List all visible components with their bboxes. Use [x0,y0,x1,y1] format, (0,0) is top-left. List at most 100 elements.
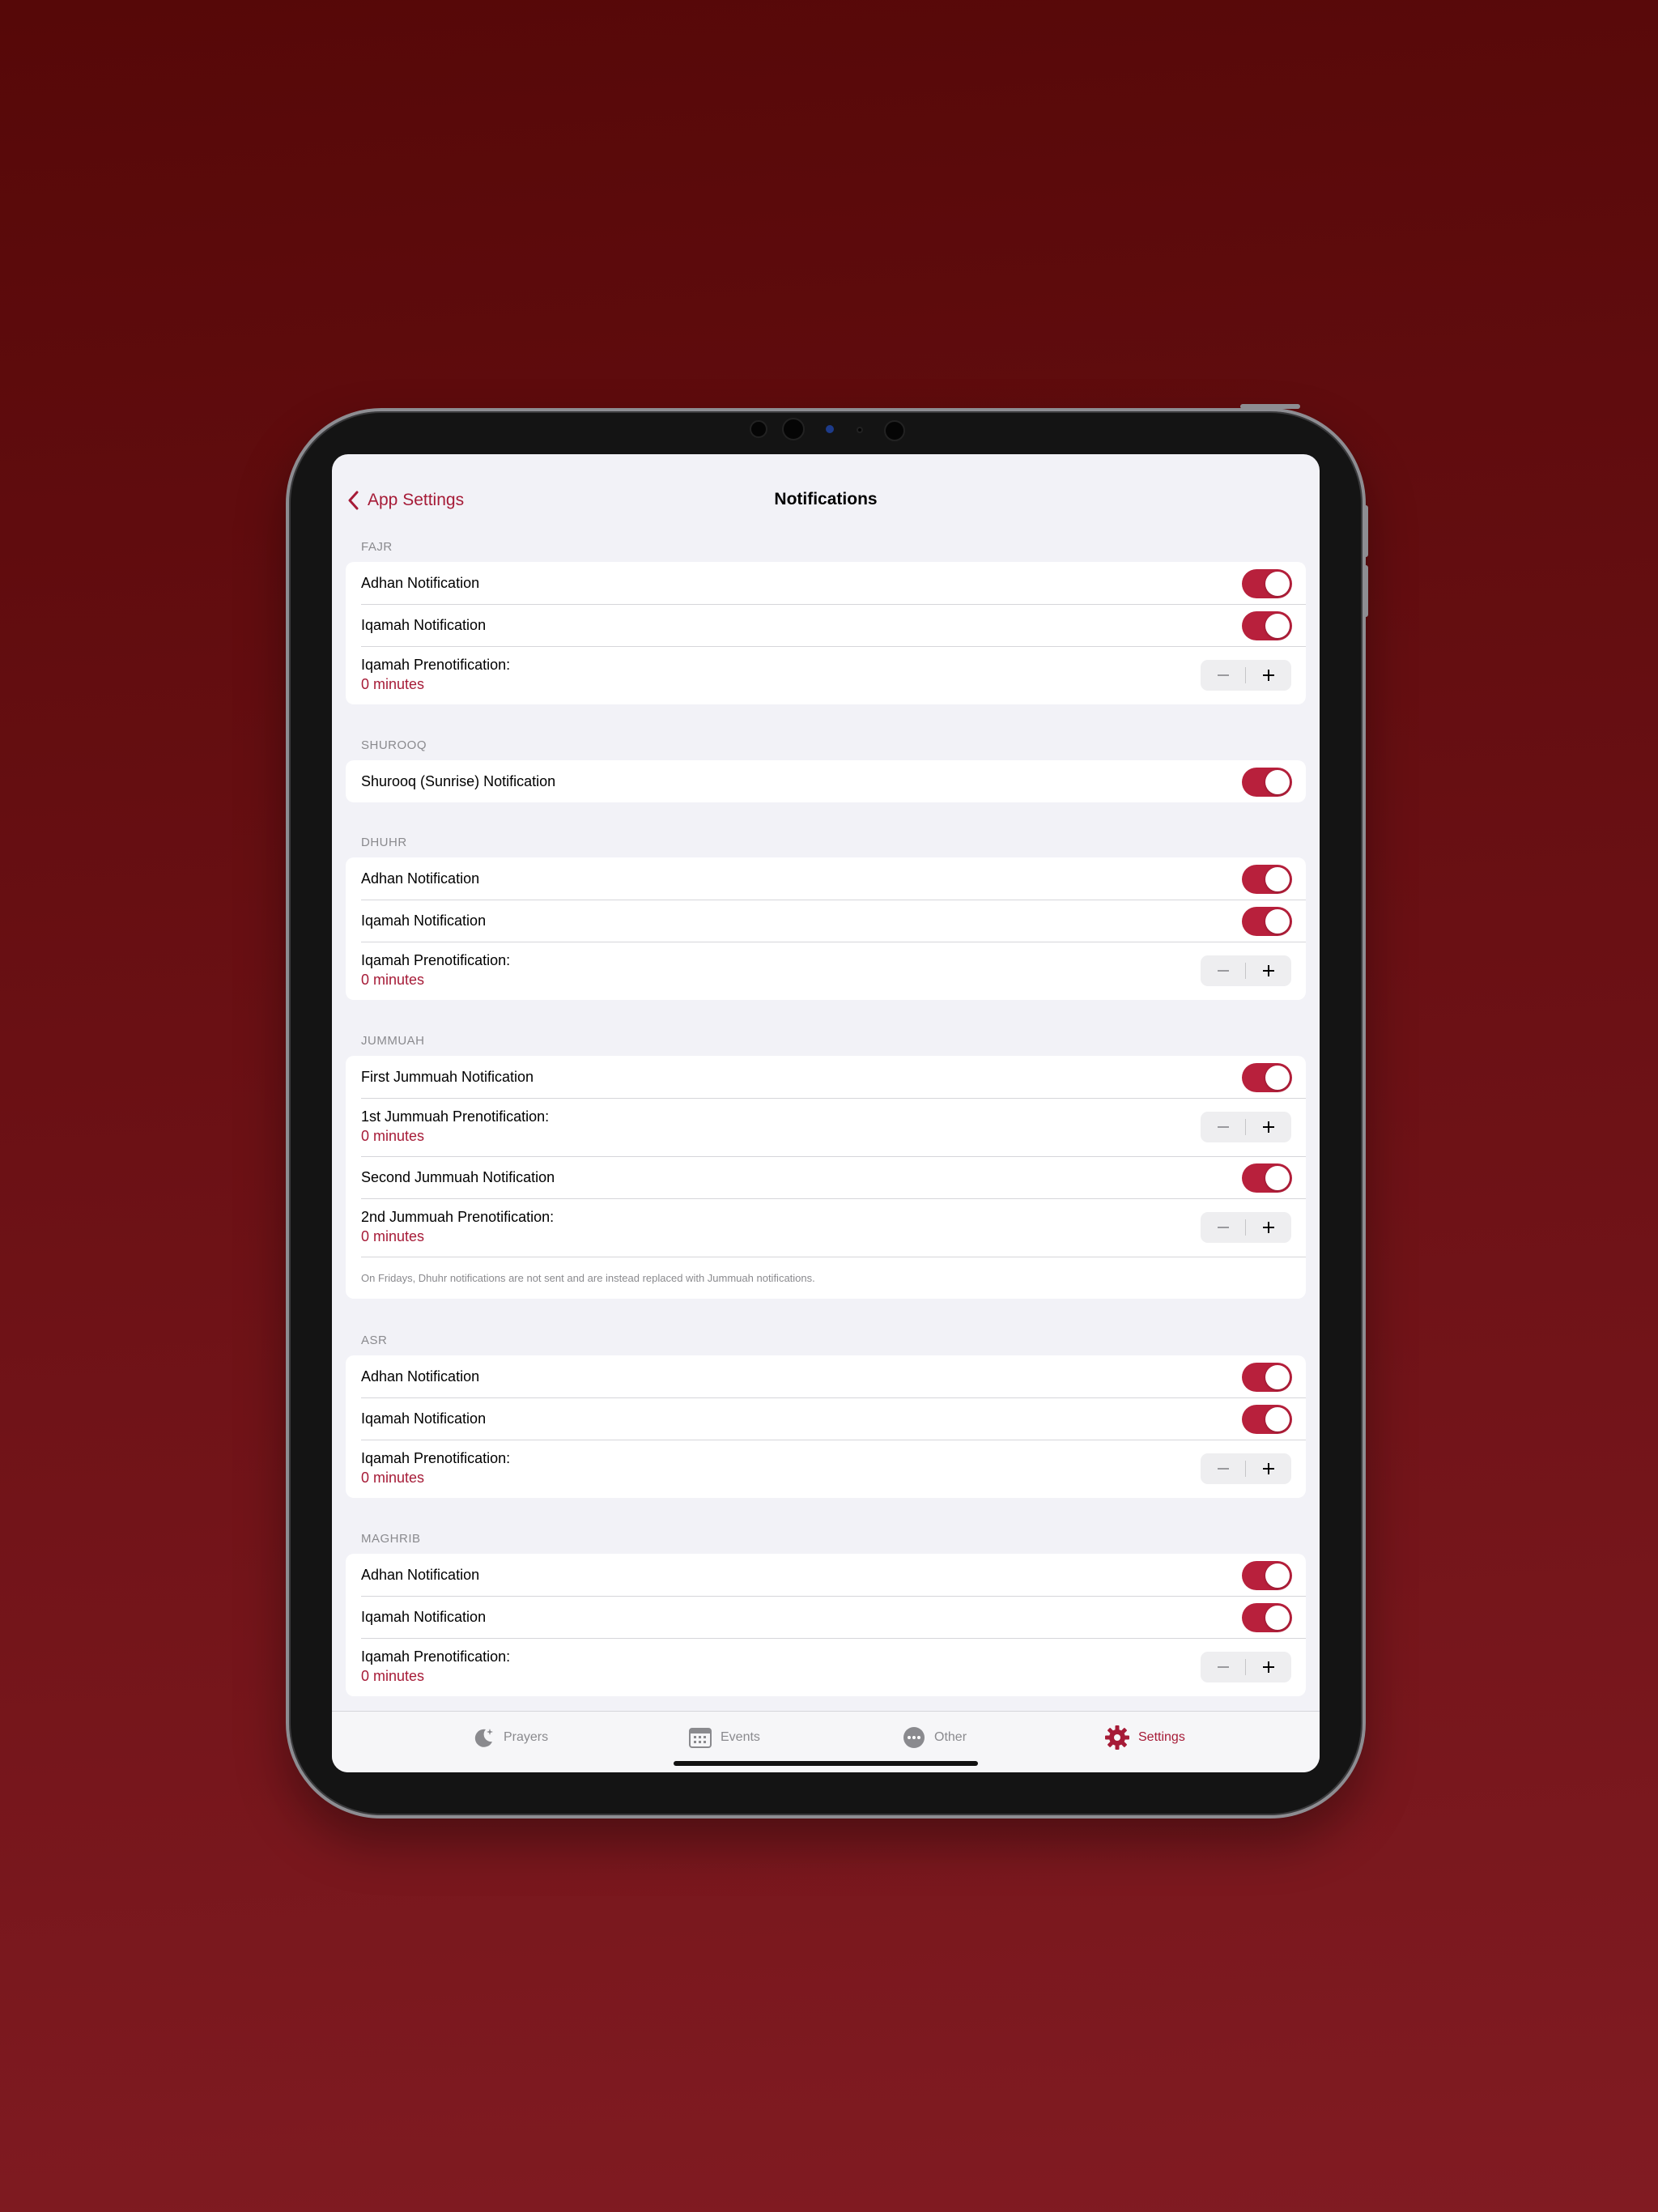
fajr-group: Adhan Notification Iqamah Notification I… [346,562,1306,704]
second-jummuah-prenotification-stepper[interactable] [1201,1212,1291,1243]
stepper-divider [1245,1659,1246,1675]
list-item: Second Jummuah Notification [346,1156,1306,1198]
plus-icon [1263,1661,1274,1673]
prenotification-value: 0 minutes [361,1470,425,1486]
list-item: 1st Jummuah Prenotification: 0 minutes [346,1098,1306,1156]
list-item: Iqamah Prenotification: 0 minutes [346,942,1306,1000]
list-item: First Jummuah Notification [346,1056,1306,1098]
section-header-asr: ASR [361,1334,388,1347]
volume-up-button [1363,505,1368,557]
tab-label: Other [934,1730,967,1744]
camera-flash [884,420,905,441]
plus-icon [1263,670,1274,681]
tab-settings[interactable]: Settings [1104,1725,1185,1750]
second-jummuah-toggle[interactable] [1242,1163,1292,1193]
navigation-bar: App Settings Notifications [332,454,1320,535]
increment-button[interactable] [1246,1212,1291,1243]
fajr-prenotification-stepper[interactable] [1201,660,1291,691]
row-label: Adhan Notification [361,870,480,887]
row-label: Second Jummuah Notification [361,1169,555,1185]
list-item: Adhan Notification [346,857,1306,900]
fajr-iqamah-toggle[interactable] [1242,611,1292,640]
camera-indicator [826,425,834,433]
list-item: Iqamah Prenotification: 0 minutes [346,646,1306,704]
maghrib-group: Adhan Notification Iqamah Notification I… [346,1554,1306,1696]
shurooq-toggle[interactable] [1242,768,1292,797]
increment-button[interactable] [1246,955,1291,986]
row-label: Shurooq (Sunrise) Notification [361,773,556,789]
ellipsis-circle-icon [903,1727,925,1748]
plus-icon [1263,965,1274,976]
decrement-button[interactable] [1201,1212,1246,1243]
home-indicator [674,1761,978,1766]
tab-label: Settings [1138,1730,1185,1744]
asr-iqamah-toggle[interactable] [1242,1405,1292,1434]
first-jummuah-toggle[interactable] [1242,1063,1292,1092]
stepper-divider [1245,1219,1246,1236]
list-item: Shurooq (Sunrise) Notification [346,760,1306,802]
list-item: 2nd Jummuah Prenotification: 0 minutes [346,1198,1306,1257]
tab-prayers[interactable]: Prayers [471,1725,548,1750]
row-label: Iqamah Prenotification: [361,952,511,968]
toggle-knob [1265,770,1290,794]
stepper-divider [1245,667,1246,683]
calendar-icon [689,1728,712,1748]
row-label: Iqamah Prenotification: [361,657,511,673]
tab-other[interactable]: Other [902,1725,967,1750]
camera-lens-icon [782,418,805,440]
toggle-knob [1265,1407,1290,1431]
section-footer: On Fridays, Dhuhr notifications are not … [346,1257,1306,1299]
row-label: Iqamah Notification [361,1410,487,1427]
toggle-knob [1265,1066,1290,1090]
prenotification-value: 0 minutes [361,972,425,988]
list-item: Iqamah Notification [346,1596,1306,1638]
decrement-button[interactable] [1201,1652,1246,1682]
camera-sensor-small [857,427,863,433]
prenotification-value: 0 minutes [361,676,425,692]
section-header-maghrib: MAGHRIB [361,1532,421,1546]
asr-prenotification-stepper[interactable] [1201,1453,1291,1484]
dhuhr-adhan-toggle[interactable] [1242,865,1292,894]
increment-button[interactable] [1246,1652,1291,1682]
dhuhr-prenotification-stepper[interactable] [1201,955,1291,986]
page-title: Notifications [774,490,878,508]
increment-button[interactable] [1246,660,1291,691]
maghrib-iqamah-toggle[interactable] [1242,1603,1292,1632]
top-button [1240,404,1300,409]
decrement-button[interactable] [1201,660,1246,691]
stepper-divider [1245,1119,1246,1135]
row-label: Adhan Notification [361,575,480,591]
stepper-divider [1245,1461,1246,1477]
minus-icon [1218,674,1229,676]
dhuhr-group: Adhan Notification Iqamah Notification I… [346,857,1306,1000]
decrement-button[interactable] [1201,1453,1246,1484]
shurooq-group: Shurooq (Sunrise) Notification [346,760,1306,802]
asr-adhan-toggle[interactable] [1242,1363,1292,1392]
first-jummuah-prenotification-stepper[interactable] [1201,1112,1291,1142]
maghrib-adhan-toggle[interactable] [1242,1561,1292,1590]
fajr-adhan-toggle[interactable] [1242,569,1292,598]
toggle-knob [1265,1365,1290,1389]
increment-button[interactable] [1246,1112,1291,1142]
decrement-button[interactable] [1201,1112,1246,1142]
list-item: Iqamah Notification [346,604,1306,646]
toggle-knob [1265,909,1290,934]
toggle-knob [1265,1606,1290,1630]
row-label: Adhan Notification [361,1567,480,1583]
toggle-knob [1265,572,1290,596]
screen: App Settings Notifications FAJR Adhan No… [332,454,1320,1772]
tab-events[interactable]: Events [688,1725,760,1750]
stepper-divider [1245,963,1246,979]
tab-label: Events [721,1730,760,1744]
jummuah-footer-note: On Fridays, Dhuhr notifications are not … [361,1272,815,1284]
maghrib-prenotification-stepper[interactable] [1201,1652,1291,1682]
dhuhr-iqamah-toggle[interactable] [1242,907,1292,936]
list-item: Iqamah Prenotification: 0 minutes [346,1440,1306,1498]
increment-button[interactable] [1246,1453,1291,1484]
row-label: Iqamah Notification [361,912,487,929]
row-label: 1st Jummuah Prenotification: [361,1108,550,1125]
prenotification-value: 0 minutes [361,1228,425,1244]
decrement-button[interactable] [1201,955,1246,986]
section-header-fajr: FAJR [361,540,393,554]
asr-group: Adhan Notification Iqamah Notification I… [346,1355,1306,1498]
